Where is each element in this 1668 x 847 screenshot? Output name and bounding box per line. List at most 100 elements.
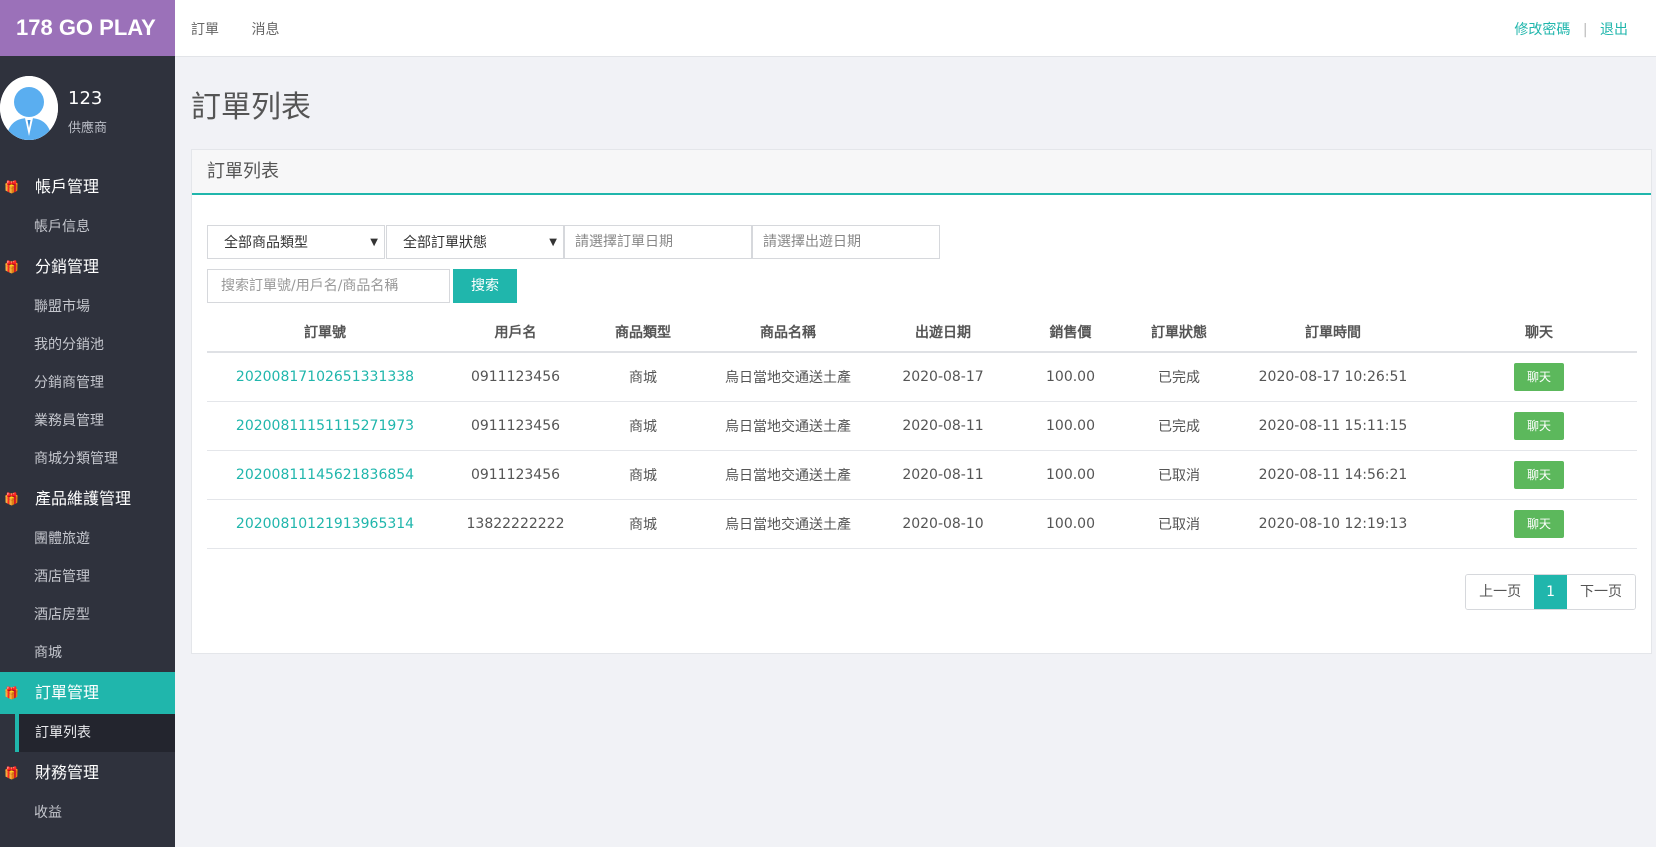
username-cell: 13822222222 [443, 499, 588, 549]
table-row: 20200817102651331338 0911123456 商城 烏日當地交… [207, 352, 1637, 402]
sidebar-item-mall[interactable]: 商城 [0, 634, 175, 672]
chat-button[interactable]: 聊天 [1514, 460, 1564, 489]
sidebar: 178 GO PLAY 123 供應商 🎁 帳戶管理 帳戶信息 🎁 分銷管理 聯… [0, 0, 175, 847]
sidebar-group-label: 產品維護管理 [35, 489, 132, 508]
sidebar-group-finance[interactable]: 🎁 財務管理 [0, 752, 175, 794]
avatar [0, 76, 58, 140]
chat-button[interactable]: 聊天 [1514, 411, 1564, 440]
sidebar-item-hotels[interactable]: 酒店管理 [0, 558, 175, 596]
column-header: 用戶名 [443, 312, 588, 353]
gift-icon: 🎁 [4, 260, 19, 274]
chat-cell: 聊天 [1441, 401, 1637, 451]
gift-icon: 🎁 [4, 686, 19, 700]
product-type-cell: 商城 [588, 401, 698, 451]
order-number-link[interactable]: 20200811151115271973 [207, 401, 443, 451]
order-time-cell: 2020-08-10 12:19:13 [1225, 499, 1441, 549]
sidebar-group-orders[interactable]: 🎁 訂單管理 [0, 672, 175, 714]
brand-logo[interactable]: 178 GO PLAY [0, 0, 175, 56]
sidebar-item-mall-categories[interactable]: 商城分類管理 [0, 440, 175, 478]
column-header: 訂單號 [207, 312, 443, 353]
page-title: 訂單列表 [191, 90, 311, 125]
status-cell: 已取消 [1133, 450, 1225, 500]
product-type-cell: 商城 [588, 352, 698, 402]
column-header: 銷售價 [1008, 312, 1133, 353]
price-cell: 100.00 [1008, 352, 1133, 402]
chat-cell: 聊天 [1441, 499, 1637, 549]
sidebar-item-revenue[interactable]: 收益 [0, 794, 175, 832]
product-name-cell: 烏日當地交通送土產 [698, 499, 878, 549]
sidebar-item-order-list[interactable]: 訂單列表 [15, 714, 175, 752]
table-row: 20200810121913965314 13822222222 商城 烏日當地… [207, 499, 1637, 549]
user-profile: 123 供應商 [0, 56, 175, 166]
top-nav: 訂單 消息 [191, 19, 307, 39]
prev-page-button[interactable]: 上一页 [1466, 575, 1535, 609]
price-cell: 100.00 [1008, 450, 1133, 500]
sidebar-item-salespeople[interactable]: 業務員管理 [0, 402, 175, 440]
product-type-cell: 商城 [588, 499, 698, 549]
order-date-input[interactable]: 請選擇訂單日期 [564, 225, 752, 259]
order-status-select[interactable]: 全部訂單狀態 ▼ [386, 225, 564, 259]
caret-down-icon: ▼ [370, 237, 378, 248]
order-number-link[interactable]: 20200811145621836854 [207, 450, 443, 500]
column-header: 訂單狀態 [1133, 312, 1225, 353]
panel-title: 訂單列表 [192, 150, 1651, 195]
top-links: 修改密碼 | 退出 [1514, 19, 1628, 39]
product-type-value: 全部商品類型 [224, 235, 308, 251]
product-type-select[interactable]: 全部商品類型 ▼ [207, 225, 385, 259]
current-page-button[interactable]: 1 [1534, 575, 1567, 609]
order-time-cell: 2020-08-11 14:56:21 [1225, 450, 1441, 500]
search-button[interactable]: 搜索 [453, 269, 517, 303]
status-cell: 已取消 [1133, 499, 1225, 549]
chat-cell: 聊天 [1441, 450, 1637, 500]
top-nav-orders[interactable]: 訂單 [191, 22, 219, 38]
logout-link[interactable]: 退出 [1600, 22, 1628, 38]
product-type-cell: 商城 [588, 450, 698, 500]
caret-down-icon: ▼ [549, 237, 557, 248]
status-cell: 已完成 [1133, 352, 1225, 402]
column-header: 訂單時間 [1225, 312, 1441, 353]
price-cell: 100.00 [1008, 499, 1133, 549]
sidebar-group-label: 財務管理 [35, 763, 100, 782]
table-row: 20200811151115271973 0911123456 商城 烏日當地交… [207, 401, 1637, 451]
chat-button[interactable]: 聊天 [1514, 509, 1564, 538]
top-nav-messages[interactable]: 消息 [251, 22, 279, 38]
sidebar-group-account[interactable]: 🎁 帳戶管理 [0, 166, 175, 208]
order-time-cell: 2020-08-17 10:26:51 [1225, 352, 1441, 402]
sidebar-group-products[interactable]: 🎁 產品維護管理 [0, 478, 175, 520]
travel-date-cell: 2020-08-17 [878, 352, 1008, 402]
search-input[interactable]: 搜索訂單號/用戶名/商品名稱 [207, 269, 450, 303]
order-number-link[interactable]: 20200817102651331338 [207, 352, 443, 402]
top-bar: 訂單 消息 修改密碼 | 退出 [175, 0, 1668, 57]
sidebar-item-account-info[interactable]: 帳戶信息 [0, 208, 175, 246]
column-header: 商品類型 [588, 312, 698, 353]
pagination: 上一页 1 下一页 [1465, 574, 1636, 610]
status-cell: 已完成 [1133, 401, 1225, 451]
order-status-value: 全部訂單狀態 [403, 235, 487, 251]
username-cell: 0911123456 [443, 450, 588, 500]
product-name-cell: 烏日當地交通送土產 [698, 401, 878, 451]
table-row: 20200811145621836854 0911123456 商城 烏日當地交… [207, 450, 1637, 500]
product-name-cell: 烏日當地交通送土產 [698, 450, 878, 500]
product-name-cell: 烏日當地交通送土產 [698, 352, 878, 402]
table-header-row: 訂單號 用戶名 商品類型 商品名稱 出遊日期 銷售價 訂單狀態 訂單時間 聊天 [207, 312, 1637, 353]
change-password-link[interactable]: 修改密碼 [1514, 22, 1570, 38]
gift-icon: 🎁 [4, 492, 19, 506]
chat-cell: 聊天 [1441, 352, 1637, 402]
sidebar-item-alliance-market[interactable]: 聯盟市場 [0, 288, 175, 326]
chat-button[interactable]: 聊天 [1514, 362, 1564, 391]
sidebar-group-label: 訂單管理 [35, 683, 100, 702]
order-number-link[interactable]: 20200810121913965314 [207, 499, 443, 549]
sidebar-group-distribution[interactable]: 🎁 分銷管理 [0, 246, 175, 288]
sidebar-item-distributors[interactable]: 分銷商管理 [0, 364, 175, 402]
travel-date-cell: 2020-08-11 [878, 401, 1008, 451]
user-role: 供應商 [68, 121, 108, 136]
sidebar-item-group-tours[interactable]: 團體旅遊 [0, 520, 175, 558]
sidebar-item-my-pool[interactable]: 我的分銷池 [0, 326, 175, 364]
gift-icon: 🎁 [4, 180, 19, 194]
travel-date-cell: 2020-08-11 [878, 450, 1008, 500]
gift-icon: 🎁 [4, 766, 19, 780]
sidebar-item-room-types[interactable]: 酒店房型 [0, 596, 175, 634]
page-scrollbar[interactable] [1656, 0, 1668, 847]
next-page-button[interactable]: 下一页 [1567, 575, 1635, 609]
travel-date-input[interactable]: 請選擇出遊日期 [752, 225, 940, 259]
